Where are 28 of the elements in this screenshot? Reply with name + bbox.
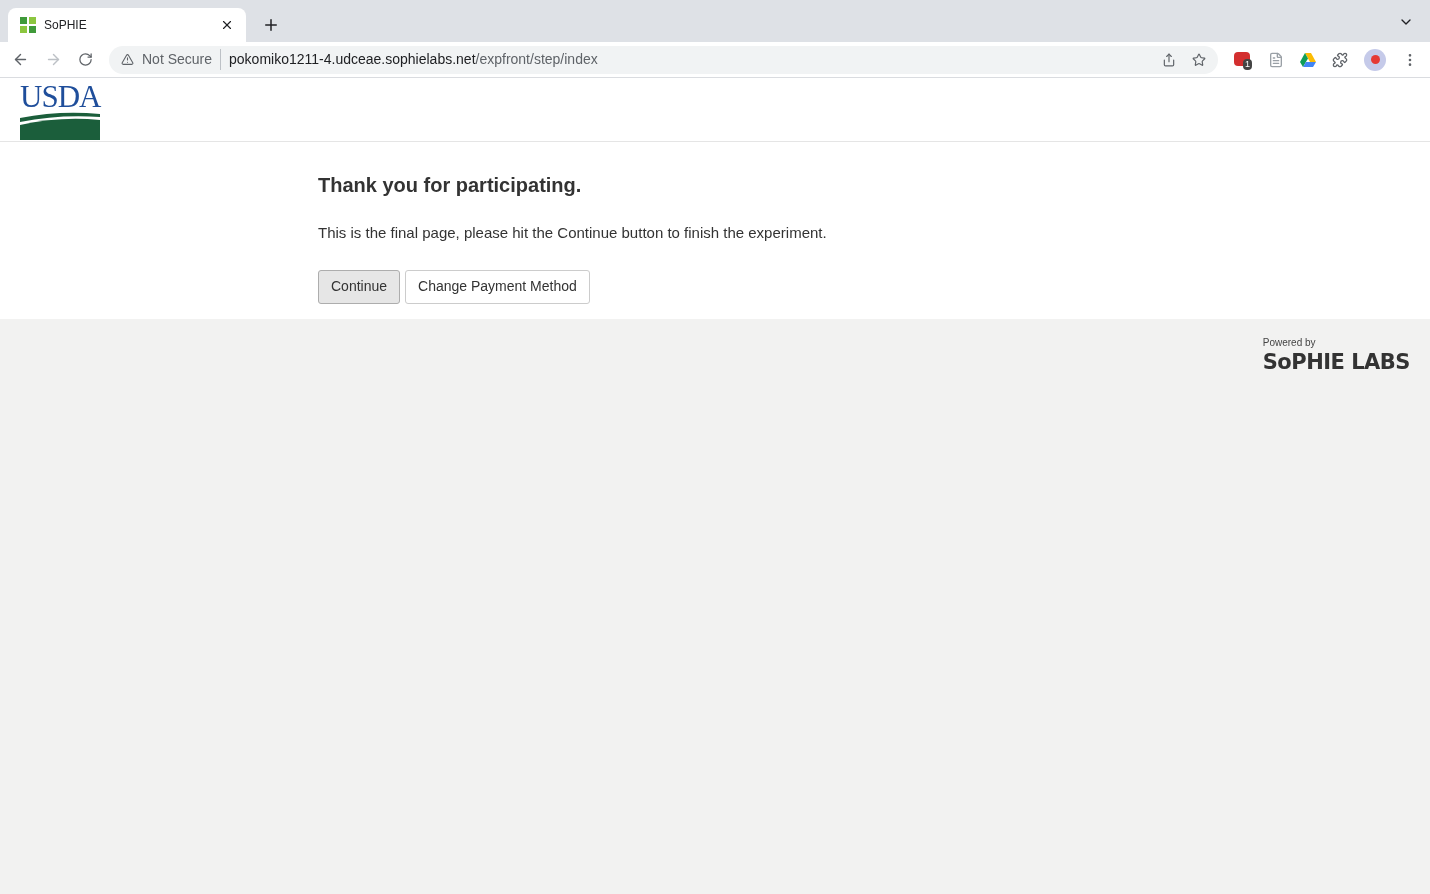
tab-title: SoPHIE [44, 17, 88, 34]
logo-text: USDA [20, 82, 100, 112]
tab-favicon-icon [20, 17, 36, 33]
page-heading: Thank you for participating. [318, 173, 583, 198]
extension-icon[interactable] [1234, 51, 1250, 66]
profile-avatar[interactable] [1364, 48, 1386, 71]
back-icon[interactable] [12, 51, 29, 68]
warning-icon [121, 53, 134, 66]
address-bar[interactable]: Not Secure pokomiko1211-4.udceae.sophielabs.net/expfront/step/index [109, 45, 1218, 74]
powered-by-text: Powered by [1262, 335, 1316, 350]
drive-icon[interactable] [1300, 52, 1316, 67]
reload-icon[interactable] [78, 52, 93, 67]
sophie-labs-logo: SoPHIE LABS [1262, 349, 1410, 374]
message-text: This is the final page, please hit the Continue button to finish the experiment. [318, 223, 828, 243]
url-host: pokomiko1211-4.udceae.sophielabs.net [229, 50, 476, 69]
field-stripes-logo-icon [20, 112, 100, 140]
extension-badge: 1 [1243, 58, 1252, 70]
bookmark-star-icon[interactable] [1192, 52, 1206, 67]
action-button[interactable]: Continue [318, 269, 401, 304]
new-tab-icon[interactable] [262, 16, 280, 34]
close-icon[interactable] [220, 18, 234, 32]
security-label: Not Secure [142, 49, 222, 70]
action-button[interactable]: Change Payment Method [405, 269, 590, 304]
share-icon[interactable] [1162, 52, 1176, 67]
document-icon[interactable] [1268, 51, 1284, 68]
extensions-icon[interactable] [1332, 51, 1348, 68]
url-path: /expfront/step/index [475, 50, 598, 69]
browser-tab[interactable]: SoPHIE [8, 8, 246, 42]
